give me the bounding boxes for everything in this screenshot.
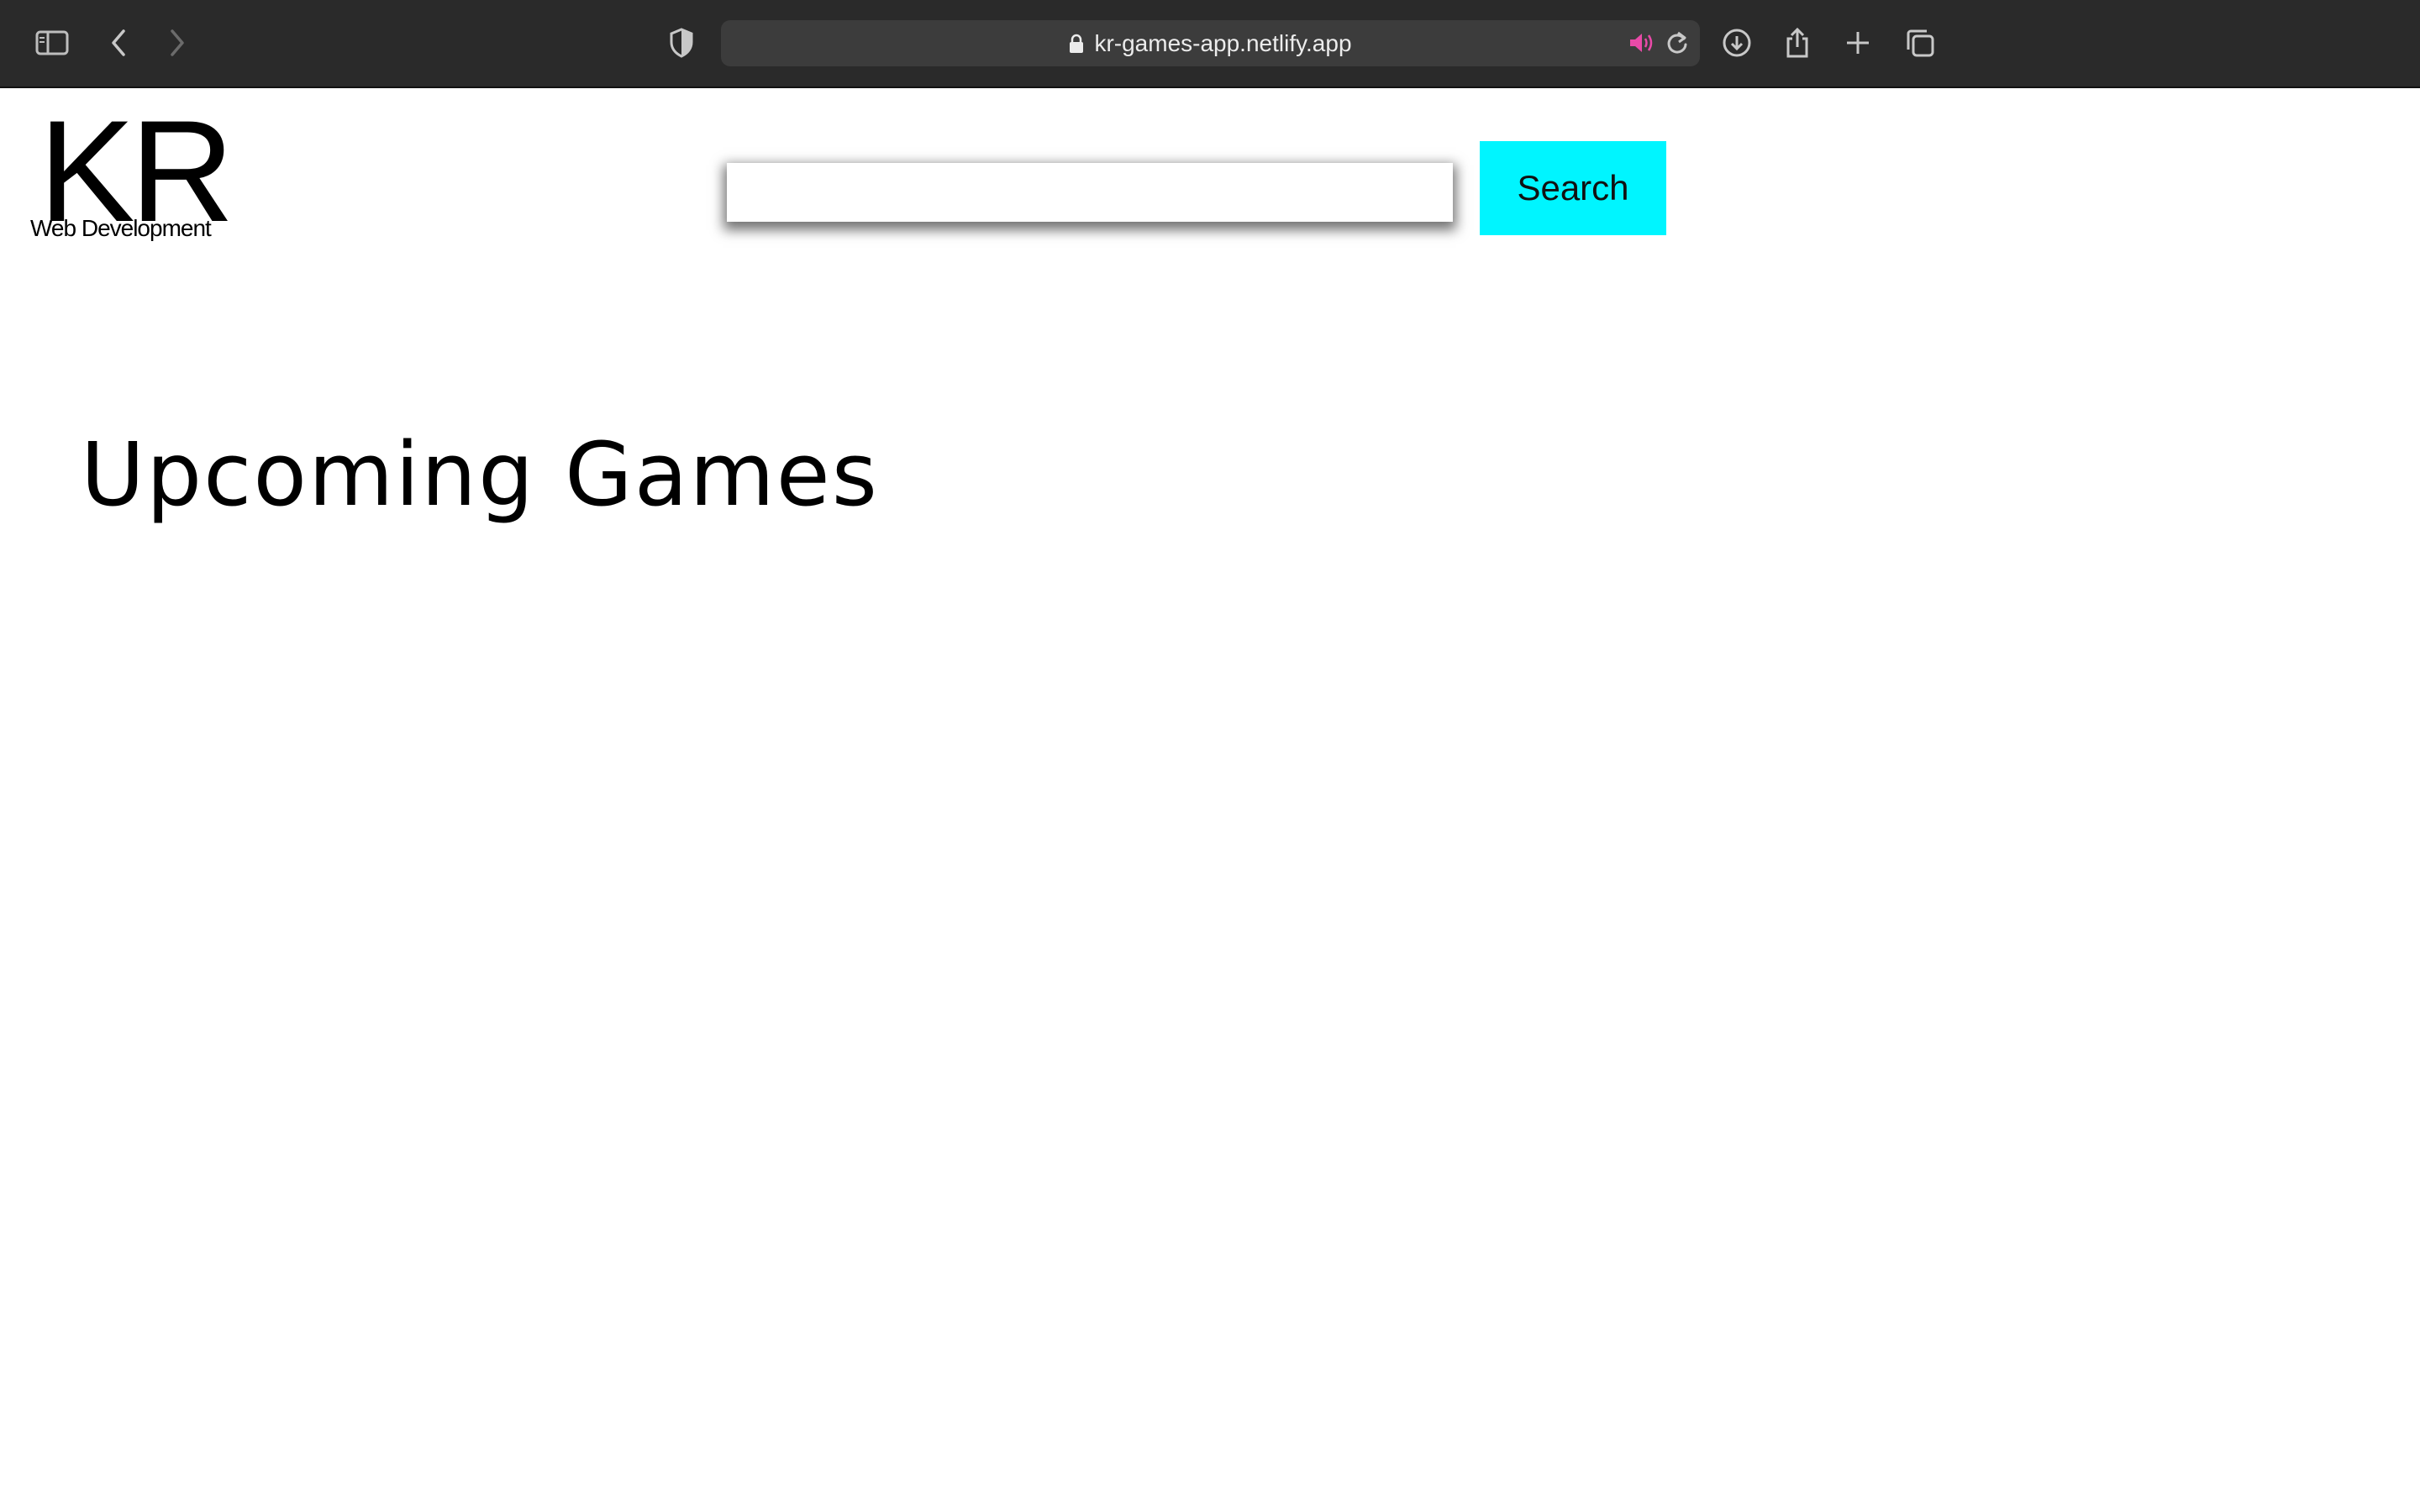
reload-icon[interactable] (1665, 25, 1690, 60)
site-logo[interactable]: KR Web Development (30, 99, 234, 246)
search-input[interactable] (727, 163, 1453, 222)
back-icon[interactable] (106, 25, 131, 60)
page-title: Upcoming Games (81, 423, 879, 526)
forward-icon[interactable] (165, 25, 190, 60)
lock-icon (1069, 34, 1084, 54)
tabs-overview-icon[interactable] (1904, 25, 1936, 60)
download-icon[interactable] (1721, 25, 1753, 60)
browser-toolbar: kr-games-app.netlify.app (0, 0, 2420, 88)
url-text: kr-games-app.netlify.app (1094, 29, 1352, 56)
new-tab-icon[interactable] (1844, 25, 1872, 60)
logo-subtitle: Web Development (30, 215, 212, 241)
speaker-icon[interactable] (1627, 25, 1655, 60)
search-button[interactable]: Search (1480, 141, 1666, 235)
sidebar-icon[interactable] (34, 25, 71, 60)
share-icon[interactable] (1783, 25, 1812, 60)
address-bar[interactable]: kr-games-app.netlify.app (721, 20, 1700, 66)
shield-icon[interactable] (667, 25, 696, 60)
